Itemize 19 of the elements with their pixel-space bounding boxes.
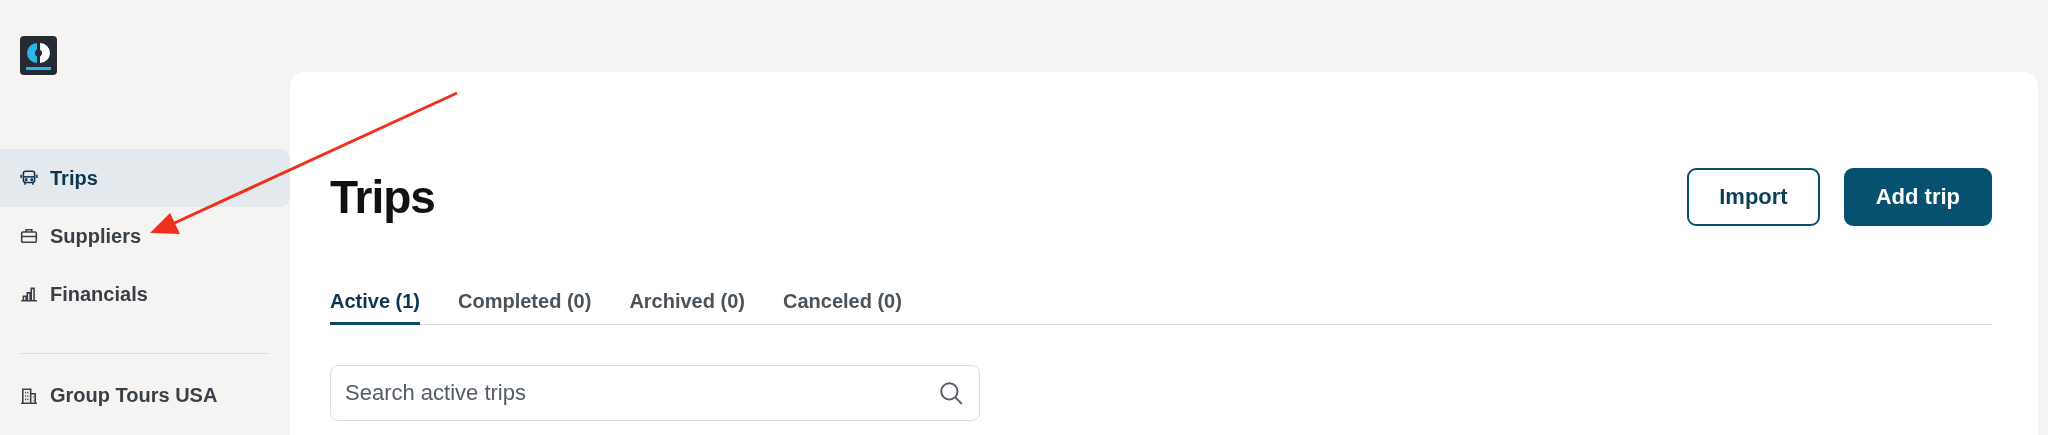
tab[interactable]: Canceled (0) <box>782 282 902 325</box>
account-name: Group Tours USA <box>50 384 218 407</box>
account-item[interactable]: Group Tours USA <box>0 384 290 407</box>
import-button[interactable]: Import <box>1687 168 1820 226</box>
bus-icon <box>20 169 38 187</box>
building-icon <box>20 386 38 405</box>
bar-chart-icon <box>20 285 38 303</box>
sidebar-item[interactable]: Suppliers <box>0 207 290 265</box>
search-icon[interactable] <box>938 380 964 406</box>
sidebar-item[interactable]: Financials <box>0 265 290 323</box>
tab[interactable]: Archived (0) <box>629 282 745 325</box>
tab[interactable]: Active (1) <box>330 282 421 325</box>
add-button[interactable]: Add trip <box>1843 168 1992 226</box>
page-title: Trips <box>330 170 435 224</box>
briefcase-icon <box>20 227 38 245</box>
sidebar-item[interactable]: Trips <box>0 149 290 207</box>
logo-icon <box>20 36 57 75</box>
search-field[interactable]: Search active trips <box>330 365 980 421</box>
tab[interactable]: Completed (0) <box>458 282 592 325</box>
